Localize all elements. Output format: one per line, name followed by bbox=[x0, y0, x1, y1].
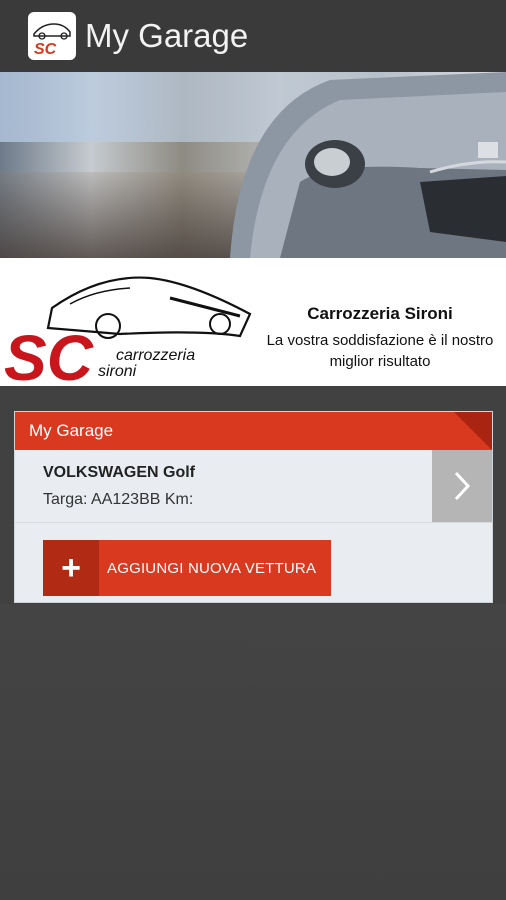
vehicle-open-button[interactable] bbox=[432, 450, 492, 522]
garage-panel-header: My Garage bbox=[15, 412, 492, 450]
vehicle-name: VOLKSWAGEN Golf bbox=[43, 464, 195, 481]
hero-banner-image bbox=[0, 72, 506, 258]
brand-tagline: La vostra soddisfazione è il nostro migl… bbox=[266, 332, 494, 370]
chevron-right-icon bbox=[454, 471, 471, 501]
page-title: My Garage bbox=[85, 17, 249, 54]
garage-panel: My Garage VOLKSWAGEN Golf Targa: AA123BB… bbox=[14, 411, 493, 603]
vehicle-info: Targa: AA123BB Km: bbox=[43, 491, 194, 508]
vehicle-list-item[interactable]: VOLKSWAGEN Golf Targa: AA123BB Km: bbox=[15, 450, 492, 523]
action-bar: SC My Garage bbox=[0, 0, 506, 72]
sc-logo-icon[interactable]: SC bbox=[28, 12, 76, 60]
background-area bbox=[0, 604, 506, 900]
logo-text-top: carrozzeria bbox=[116, 347, 195, 364]
svg-text:SC: SC bbox=[34, 41, 57, 58]
brand-name: Carrozzeria Sironi bbox=[307, 304, 453, 323]
corner-decoration bbox=[454, 412, 492, 450]
carrozzeria-sironi-logo: SC carrozzeria sironi bbox=[4, 276, 252, 382]
plus-icon: + bbox=[43, 540, 99, 596]
add-vehicle-button[interactable]: + AGGIUNGI NUOVA VETTURA bbox=[43, 540, 331, 596]
add-vehicle-label: AGGIUNGI NUOVA VETTURA bbox=[107, 559, 317, 577]
svg-text:SC: SC bbox=[4, 322, 94, 382]
brand-banner: SC carrozzeria sironi Carrozzeria Sironi… bbox=[0, 258, 506, 386]
logo-text-bottom: sironi bbox=[98, 363, 137, 380]
garage-panel-title: My Garage bbox=[29, 421, 114, 440]
